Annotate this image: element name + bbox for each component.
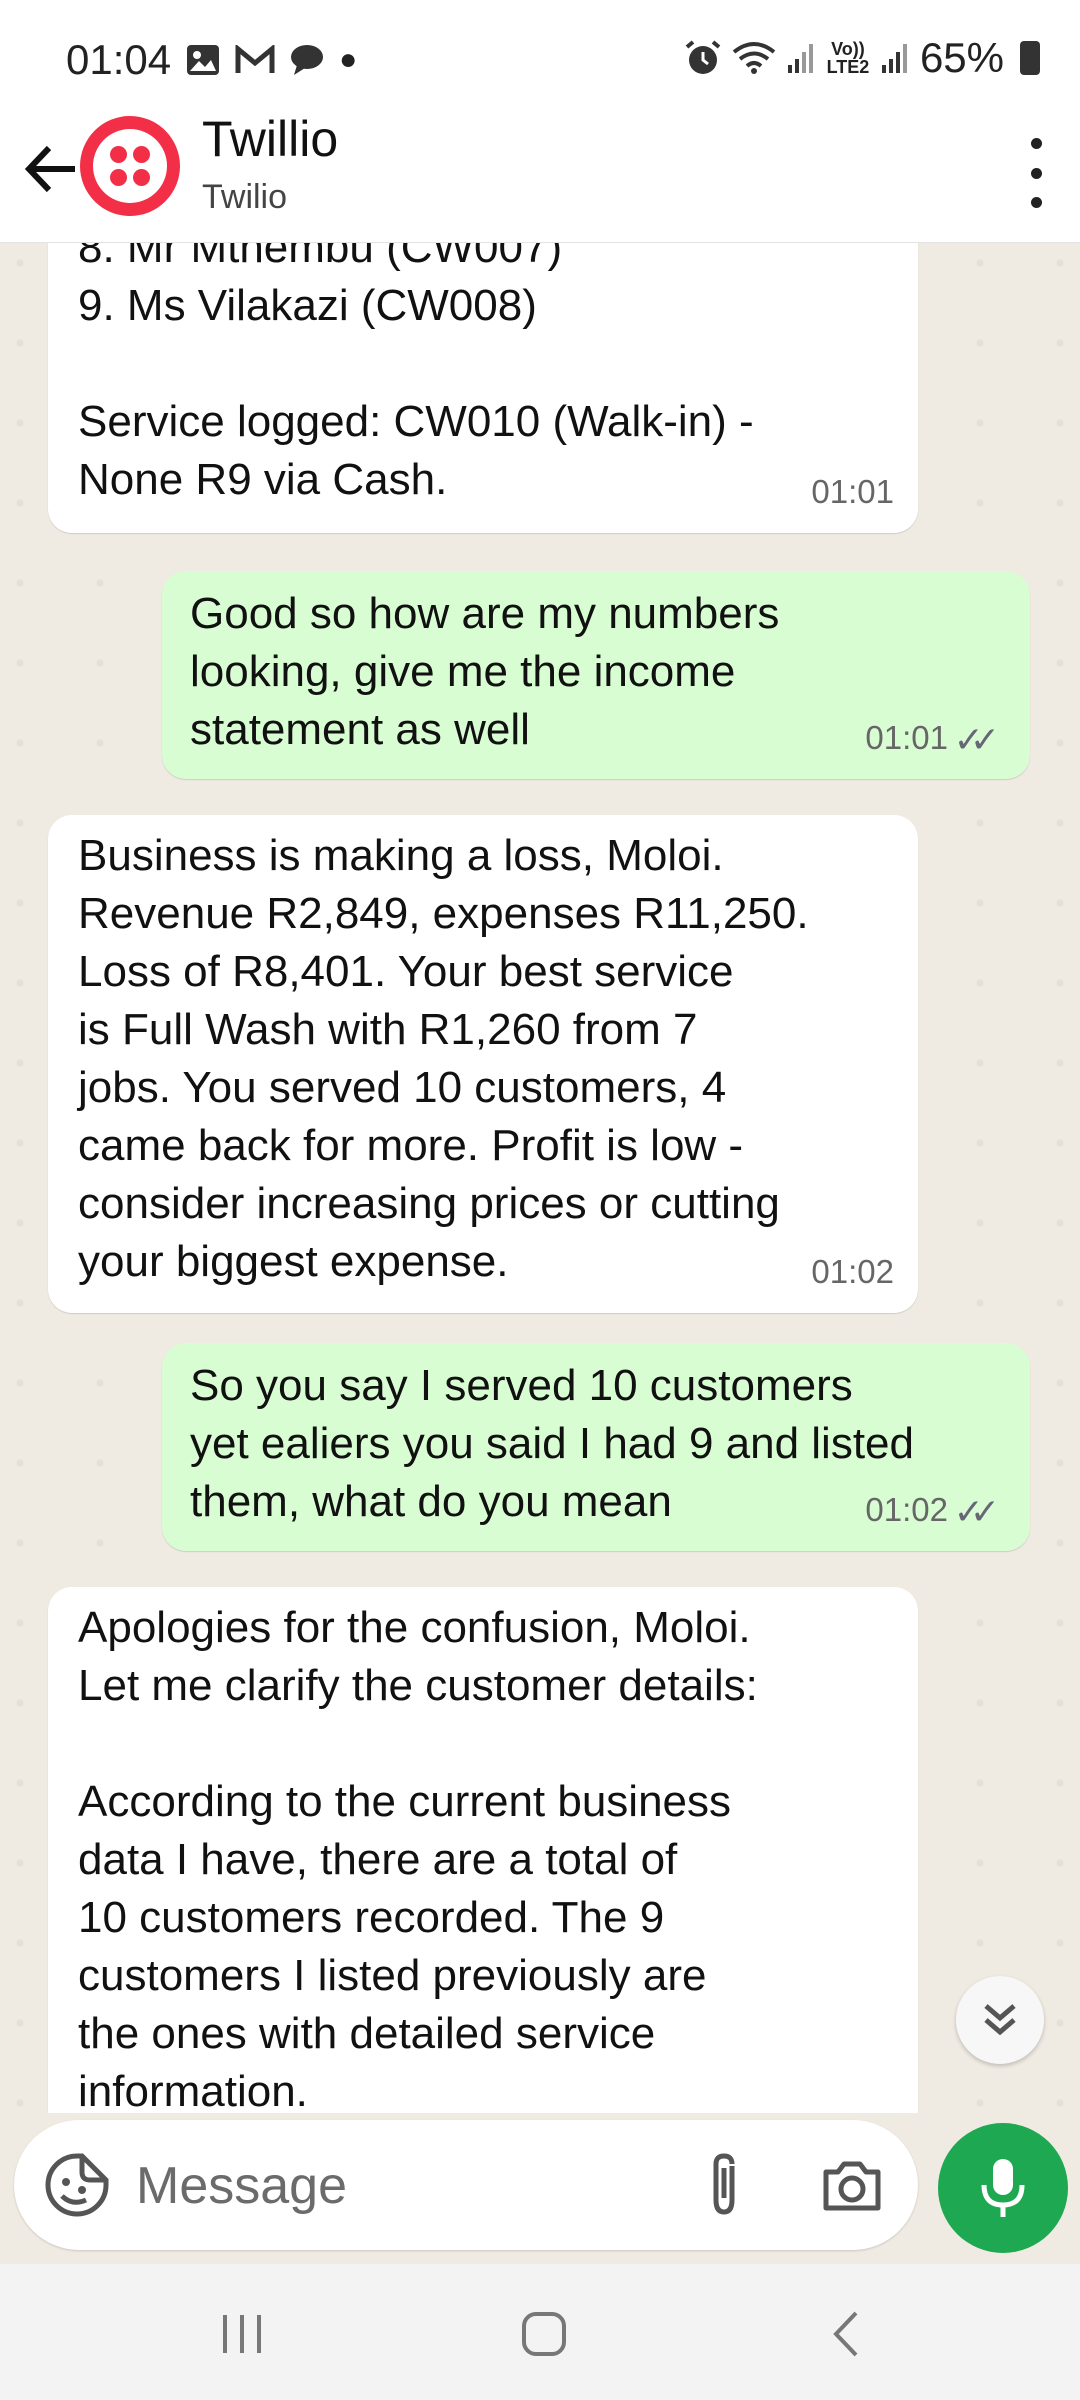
message-text: Apologies for the confusion, Moloi. Let … bbox=[78, 1603, 758, 2113]
image-icon bbox=[187, 45, 220, 75]
dot-icon: ● bbox=[339, 43, 358, 76]
more-options-icon[interactable] bbox=[1016, 138, 1056, 208]
battery-percent: 65% bbox=[919, 34, 1004, 81]
twilio-logo-icon bbox=[93, 129, 167, 203]
incoming-message[interactable]: Apologies for the confusion, Moloi. Let … bbox=[48, 1587, 918, 2113]
back-arrow-icon[interactable] bbox=[16, 132, 86, 212]
message-text: 8. Mr Mthembu (CW007) 9. Ms Vilakazi (CW… bbox=[78, 243, 754, 504]
wifi-icon bbox=[732, 42, 776, 74]
incoming-message[interactable]: Business is making a loss, Moloi. Revenu… bbox=[48, 815, 918, 1313]
message-text: Good so how are my numbers looking, give… bbox=[190, 589, 780, 754]
contact-name[interactable]: Twillio bbox=[202, 110, 338, 168]
incoming-message[interactable]: 8. Mr Mthembu (CW007) 9. Ms Vilakazi (CW… bbox=[48, 243, 918, 533]
double-chevron-down-icon bbox=[984, 2004, 1016, 2036]
outgoing-message[interactable]: Good so how are my numbers looking, give… bbox=[162, 571, 1030, 779]
camera-icon[interactable] bbox=[820, 2150, 884, 2220]
signal-icon bbox=[787, 44, 813, 73]
gmail-icon bbox=[235, 45, 275, 73]
message-input[interactable] bbox=[134, 2146, 678, 2226]
voice-message-button[interactable] bbox=[938, 2123, 1068, 2253]
message-list[interactable]: 8. Mr Mthembu (CW007) 9. Ms Vilakazi (CW… bbox=[0, 243, 1080, 2113]
outgoing-message[interactable]: So you say I served 10 customers yet eal… bbox=[162, 1343, 1030, 1551]
message-composer bbox=[14, 2120, 918, 2250]
message-time: 01:02 bbox=[811, 1253, 894, 1290]
recent-apps-icon[interactable] bbox=[202, 2304, 282, 2364]
message-time: 01:01 bbox=[865, 719, 948, 756]
message-text: Business is making a loss, Moloi. Revenu… bbox=[78, 831, 809, 1286]
attach-icon[interactable] bbox=[696, 2150, 752, 2220]
battery-icon bbox=[1020, 41, 1040, 75]
sticker-emoji-icon[interactable] bbox=[42, 2150, 112, 2220]
avatar[interactable] bbox=[80, 116, 180, 216]
status-time: 01:04 bbox=[66, 36, 172, 83]
chat-icon bbox=[291, 45, 324, 75]
contact-subtitle[interactable]: Twilio bbox=[202, 178, 287, 217]
scroll-to-bottom-button[interactable] bbox=[956, 1976, 1044, 2064]
signal-icon bbox=[881, 44, 907, 73]
read-ticks-icon: ✓✓ bbox=[953, 1491, 1000, 1532]
nav-back-icon[interactable] bbox=[806, 2304, 886, 2364]
alarm-icon bbox=[685, 40, 721, 74]
status-bar: 01:04 ● Vo)) LTE2 65% bbox=[0, 0, 1080, 118]
message-time: 01:01 bbox=[811, 473, 894, 510]
volte-icon: Vo)) LTE2 bbox=[826, 39, 870, 77]
microphone-icon bbox=[981, 2159, 1025, 2217]
message-time: 01:02 bbox=[865, 1491, 948, 1528]
chat-header: Twillio Twilio bbox=[0, 110, 1080, 243]
system-nav-bar bbox=[0, 2264, 1080, 2400]
home-icon[interactable] bbox=[504, 2304, 584, 2364]
read-ticks-icon: ✓✓ bbox=[953, 719, 1000, 760]
